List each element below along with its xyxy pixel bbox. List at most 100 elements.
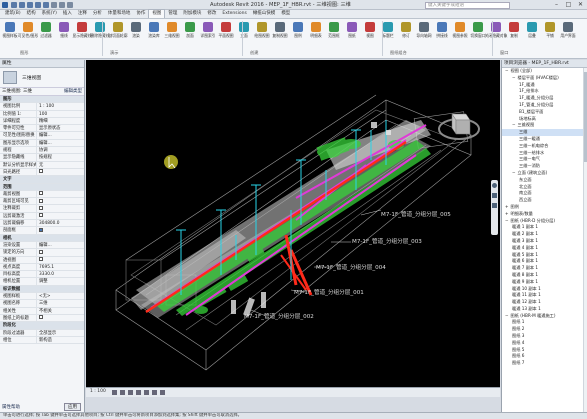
measure-icon[interactable] [51,2,57,8]
property-row[interactable]: 视图名称 三维 [0,300,84,308]
browser-tree-node[interactable]: 东立面 [502,177,587,184]
property-row[interactable]: 锁定的方向 [0,249,84,257]
property-row[interactable]: 日光路径 [0,168,84,177]
checkbox-icon[interactable] [39,198,43,203]
ribbon-button[interactable]: 明细表 [309,21,323,49]
pipe-tag-005[interactable]: M7-1F_管道_分组分层_005 [381,210,451,218]
property-row[interactable]: 渲染设置 编辑... [0,241,84,250]
property-checkbox[interactable] [36,198,84,205]
property-value[interactable]: 3330.0 [36,271,84,278]
ribbon-button[interactable]: 删除隐藏线 [91,21,110,49]
property-row[interactable]: 目标高度 3330.0 [0,271,84,279]
search-input[interactable]: 键入关键字或短语 [425,2,510,9]
pipe-tag-002[interactable]: M7-1F_管道_分组分层_002 [244,312,314,320]
property-group[interactable]: 文字 [0,176,84,184]
property-value[interactable]: 不相关 [36,307,84,314]
instance-selector[interactable]: 三维视图: 三维 编辑类型 [0,88,84,96]
ribbon-tab[interactable]: Extensions [219,10,249,18]
zoom-icon[interactable] [492,193,497,198]
3d-viewport[interactable]: M7-1F_管道_分组分层_005 M7-1F_管道_分组分层_003 M7-1… [86,60,500,387]
ribbon-button[interactable]: 用户界面 [560,21,576,49]
ribbon-tab[interactable]: 附加模块 [180,10,204,18]
tree-toggle-icon[interactable]: + [505,204,509,209]
tree-toggle-icon[interactable]: − [512,170,516,175]
pipe-tag-003[interactable]: M7-1F_管道_分组分层_003 [352,237,422,245]
property-row[interactable]: 规程 协调 [0,147,84,155]
property-value[interactable]: 新构造 [36,336,84,344]
browser-tree-node[interactable]: 暖通 8 副本 1 [502,272,587,279]
redo-icon[interactable] [35,2,41,8]
property-row[interactable]: 阶段过滤器 全部显示 [0,329,84,337]
tree-toggle-icon[interactable]: + [505,211,509,216]
property-value[interactable]: 三维 [36,300,84,307]
browser-tree-node[interactable]: 暖通 4 副本 1 [502,245,587,252]
checkbox-icon[interactable] [39,249,43,254]
print-icon[interactable] [43,2,49,8]
ribbon-tab[interactable]: 修改 [204,10,219,18]
checkbox-icon[interactable] [39,191,43,196]
view-scale[interactable]: 1 : 100 [90,389,106,394]
browser-tree-node[interactable]: 暖通 7 副本 1 [502,265,587,272]
browser-scrollbar[interactable] [583,68,587,412]
property-checkbox[interactable] [36,227,84,234]
ribbon-button[interactable]: 图纸 [345,21,359,49]
checkbox-icon[interactable] [39,227,43,232]
minimize-button[interactable]: – [552,1,561,8]
ribbon-tab[interactable]: 插入 [60,10,75,18]
property-checkbox[interactable] [36,249,84,256]
ribbon-tab[interactable]: 建筑(B) [2,10,24,18]
browser-tree-node[interactable]: 暖通 6 副本 1 [502,258,587,265]
properties-help-link[interactable]: 属性帮助 [2,404,20,410]
property-row[interactable]: 详细程度 精细 [0,117,84,126]
browser-tree-node[interactable]: − 楼层平面 (HVAC楼层) [502,75,587,82]
browser-tree-node[interactable]: − 图纸 (HBR-D 分组分层) [502,218,587,225]
ribbon-tab[interactable]: 模型 [278,10,293,18]
detail-level-icon[interactable] [112,390,117,395]
ribbon-tab[interactable]: 结构 [24,10,39,18]
property-value[interactable]: 调整 [36,278,84,285]
browser-tree-node[interactable]: 1F_暖通 [502,82,587,89]
open-icon[interactable] [11,2,17,8]
property-value[interactable]: 100 [36,110,84,117]
browser-tree-node[interactable]: − 图纸 (HBR-M 暖通施工) [502,313,587,320]
browser-tree-node[interactable]: 暖通 13 副本 1 [502,306,587,313]
browser-tree-node[interactable]: 图纸 4 [502,340,587,347]
ribbon-button[interactable]: 复制 [507,21,521,49]
browser-tree-node[interactable]: − 三维视图 [502,122,587,129]
type-selector[interactable]: 三维视图 [0,68,84,88]
property-checkbox[interactable] [36,205,84,212]
property-value[interactable]: 精细 [36,117,84,125]
browser-tree-node[interactable]: B1_楼层平面 [502,109,587,116]
browser-tree-node[interactable]: 1F_暖通_分组分层 [502,95,587,102]
property-row[interactable]: 视图样板 <无> [0,293,84,301]
browser-tree-node[interactable]: 1F_管道_分组分层 [502,102,587,109]
ribbon-button[interactable]: 切换窗口 [470,21,486,49]
ribbon-button[interactable]: 修订 [399,21,413,49]
ribbon-button[interactable]: 图例 [291,21,305,49]
property-value[interactable]: 显示原状态 [36,125,84,132]
ribbon-tab[interactable]: 橄榄山快模 [250,10,279,18]
property-row[interactable]: 默认分析显示样式无 [0,161,84,169]
property-group[interactable]: 阶段化 [0,322,84,330]
property-group[interactable]: 标识数据 [0,285,84,294]
property-value[interactable]: 按规程 [36,154,84,161]
ribbon-button[interactable]: 显示隐藏线 [73,21,92,49]
tree-toggle-icon[interactable]: − [512,75,516,80]
steering-wheel-icon[interactable] [492,183,497,188]
ribbon-button[interactable]: 剖面 [183,21,197,49]
property-checkbox[interactable] [36,314,84,322]
ribbon-button[interactable]: 标题栏 [381,21,395,49]
property-row[interactable]: 零件可见性 显示原状态 [0,125,84,133]
property-checkbox[interactable] [36,190,84,198]
property-row[interactable]: 图形显示选项 编辑... [0,139,84,148]
ribbon-button[interactable]: 绘图视图 [254,21,270,49]
navigation-bar[interactable] [491,180,498,235]
ribbon-button[interactable]: 导向轴网 [416,21,432,49]
browser-tree-node[interactable]: 三维—给排水 [502,150,587,157]
tree-toggle-icon[interactable]: − [505,68,509,73]
property-value[interactable]: 304800.0 [36,220,84,227]
property-value[interactable]: 编辑... [36,132,84,139]
tree-toggle-icon[interactable]: − [505,313,509,318]
property-row[interactable]: 显示隐藏线 按规程 [0,154,84,162]
browser-tree-node[interactable]: 三维—机电综合 [502,143,587,150]
